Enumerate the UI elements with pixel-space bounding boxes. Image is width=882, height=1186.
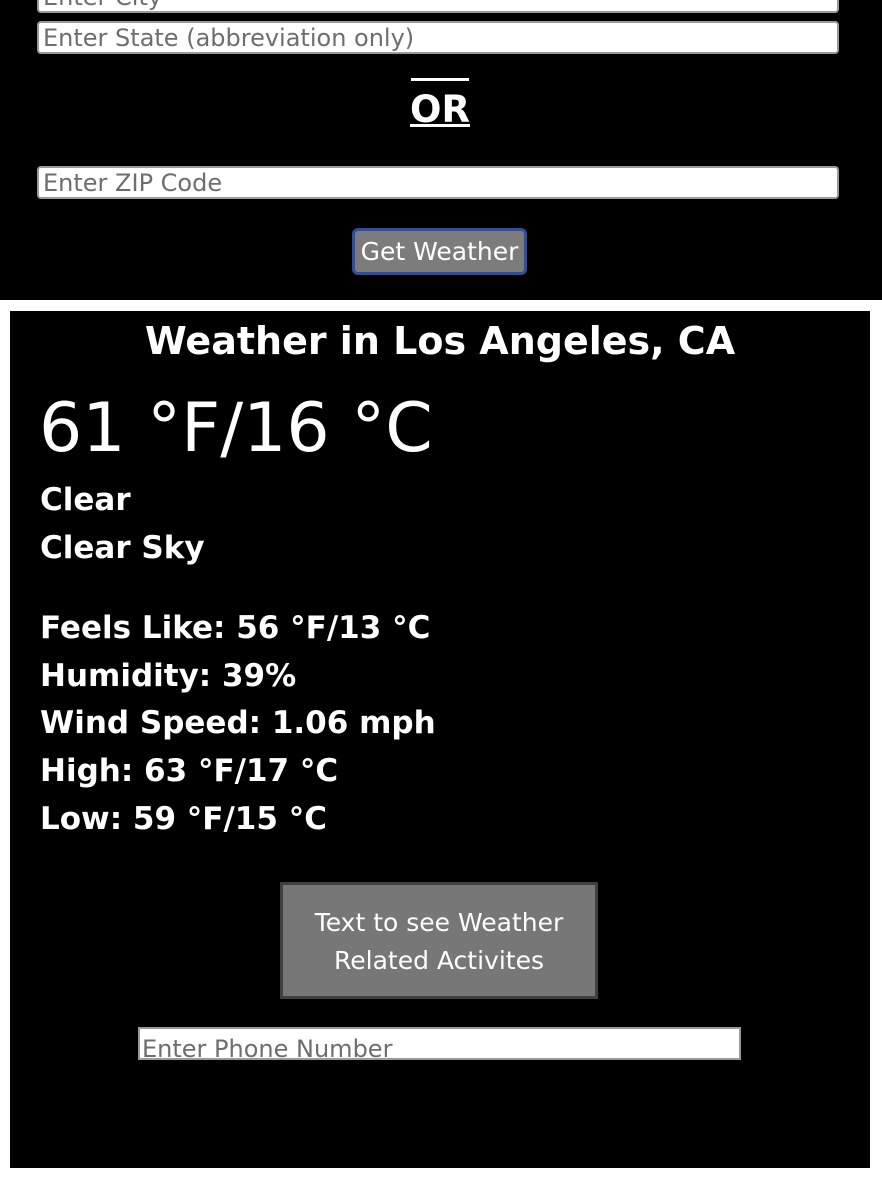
state-input[interactable]: Enter State (abbreviation only)	[37, 21, 839, 54]
weather-title: Weather in Los Angeles, CA	[144, 319, 736, 363]
wind-speed: Wind Speed: 1.06 mph	[40, 705, 436, 741]
feels-like: Feels Like: 56 °F/13 °C	[40, 610, 431, 646]
high-temperature: High: 63 °F/17 °C	[40, 753, 339, 789]
or-divider	[411, 78, 469, 81]
weather-result-panel: Weather in Los Angeles, CA 61 °F/16 °C C…	[10, 311, 870, 1168]
or-label: OR	[410, 88, 470, 131]
text-activities-button[interactable]: Text to see Weather Related Activites	[280, 882, 598, 999]
phone-number-input[interactable]: Enter Phone Number	[138, 1027, 741, 1060]
weather-description: Clear Sky	[40, 530, 205, 566]
get-weather-button[interactable]: Get Weather	[352, 228, 527, 275]
weather-condition: Clear	[40, 482, 131, 518]
zip-input[interactable]: Enter ZIP Code	[37, 166, 839, 199]
city-input[interactable]: Enter City	[37, 0, 839, 13]
current-temperature: 61 °F/16 °C	[39, 389, 433, 468]
search-panel: Enter City Enter State (abbreviation onl…	[0, 0, 882, 300]
humidity: Humidity: 39%	[40, 658, 297, 694]
low-temperature: Low: 59 °F/15 °C	[40, 801, 327, 837]
